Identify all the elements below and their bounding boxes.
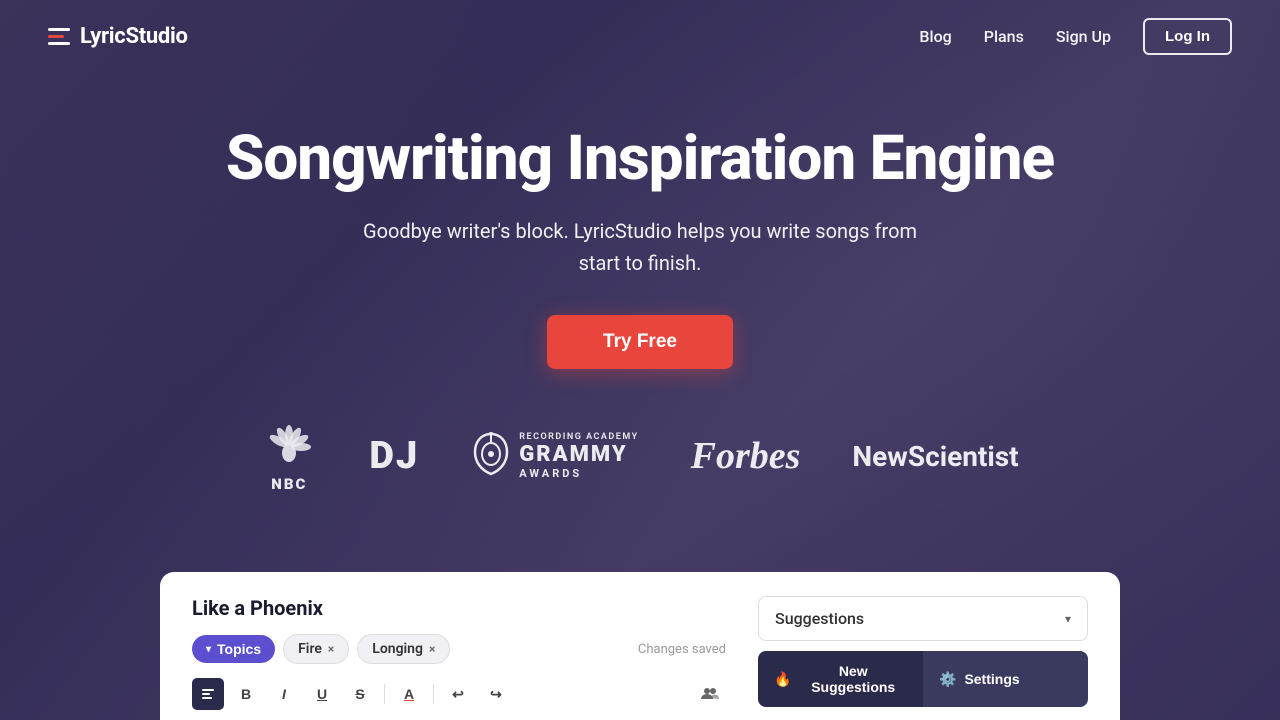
nbc-logo: NBC	[261, 419, 317, 493]
navbar: LyricStudio Blog Plans Sign Up Log In	[0, 0, 1280, 73]
hero-section: Songwriting Inspiration Engine Goodbye w…	[0, 73, 1280, 419]
toolbar-underline[interactable]: U	[306, 678, 338, 710]
dj-label: DJ	[369, 434, 419, 478]
changes-saved: Changes saved	[638, 642, 726, 657]
toolbar-separator-1	[384, 684, 385, 704]
toolbar-undo[interactable]: ↩	[442, 678, 474, 710]
topics-label: Topics	[217, 641, 261, 657]
toolbar-users[interactable]	[694, 678, 726, 710]
toolbar-separator-2	[433, 684, 434, 704]
editor-panel: Like a Phoenix ▾ Topics Fire × Longing ×…	[160, 572, 1120, 720]
gear-icon: ⚙️	[939, 671, 956, 688]
hero-subtitle: Goodbye writer's block. LyricStudio help…	[360, 215, 920, 279]
tag-longing-label: Longing	[372, 641, 423, 657]
grammy-logo: RECORDING ACADEMY GRAMMY AWARDS	[471, 432, 638, 480]
topics-button[interactable]: ▾ Topics	[192, 635, 275, 663]
newscientist-label: NewScientist	[852, 440, 1018, 473]
dj-logo: DJ	[369, 434, 419, 478]
nav-login-button[interactable]: Log In	[1143, 18, 1232, 55]
tag-fire[interactable]: Fire ×	[283, 634, 349, 664]
newscientist-logo: NewScientist	[852, 440, 1018, 473]
tags-row: ▾ Topics Fire × Longing × Changes saved	[192, 634, 726, 664]
editor-right: Suggestions ▾ 🔥 New Suggestions ⚙️ Setti…	[758, 596, 1088, 720]
settings-label: Settings	[964, 671, 1019, 687]
cta-button[interactable]: Try Free	[547, 315, 733, 369]
settings-button[interactable]: ⚙️ Settings	[923, 651, 1088, 707]
toolbar-italic[interactable]: I	[268, 678, 300, 710]
logos-section: NBC DJ RECORDING ACADEMY GRAMMY AWARDS F…	[0, 419, 1280, 493]
grammy-awards-label: AWARDS	[519, 467, 638, 480]
toolbar-bold[interactable]: B	[230, 678, 262, 710]
tag-longing[interactable]: Longing ×	[357, 634, 450, 664]
suggestions-label: Suggestions	[775, 609, 864, 628]
logo-icon	[48, 28, 70, 45]
nav-plans[interactable]: Plans	[984, 27, 1024, 46]
logo-bar-1	[48, 28, 70, 31]
song-title: Like a Phoenix	[192, 596, 726, 620]
logo[interactable]: LyricStudio	[48, 24, 188, 49]
select-chevron-icon: ▾	[1065, 612, 1071, 626]
logo-bar-3	[48, 42, 70, 45]
suggestions-select[interactable]: Suggestions ▾	[758, 596, 1088, 641]
nav-blog[interactable]: Blog	[919, 27, 951, 46]
nbc-label: NBC	[271, 475, 307, 493]
toolbar-strikethrough[interactable]: S	[344, 678, 376, 710]
toolbar-redo[interactable]: ↪	[480, 678, 512, 710]
new-suggestions-label: New Suggestions	[799, 663, 907, 695]
nav-links: Blog Plans Sign Up Log In	[919, 18, 1232, 55]
grammy-label: GRAMMY	[519, 443, 638, 467]
new-suggestions-button[interactable]: 🔥 New Suggestions	[758, 651, 923, 707]
tag-fire-label: Fire	[298, 641, 322, 657]
action-buttons: 🔥 New Suggestions ⚙️ Settings	[758, 651, 1088, 707]
forbes-label: Forbes	[691, 434, 801, 478]
tag-longing-remove[interactable]: ×	[429, 642, 435, 656]
tag-fire-remove[interactable]: ×	[328, 642, 334, 656]
editor-toolbar: B I U S A ↩ ↪	[192, 678, 726, 710]
chevron-down-icon: ▾	[206, 644, 211, 655]
brand-name: LyricStudio	[80, 24, 188, 49]
editor-left: Like a Phoenix ▾ Topics Fire × Longing ×…	[192, 596, 726, 720]
fire-icon: 🔥	[774, 671, 791, 688]
forbes-logo: Forbes	[691, 434, 801, 478]
logo-bar-2	[48, 35, 64, 38]
toolbar-color[interactable]: A	[393, 678, 425, 710]
hero-title: Songwriting Inspiration Engine	[226, 125, 1054, 193]
toolbar-source-button[interactable]	[192, 678, 224, 710]
nav-signup[interactable]: Sign Up	[1056, 27, 1111, 46]
